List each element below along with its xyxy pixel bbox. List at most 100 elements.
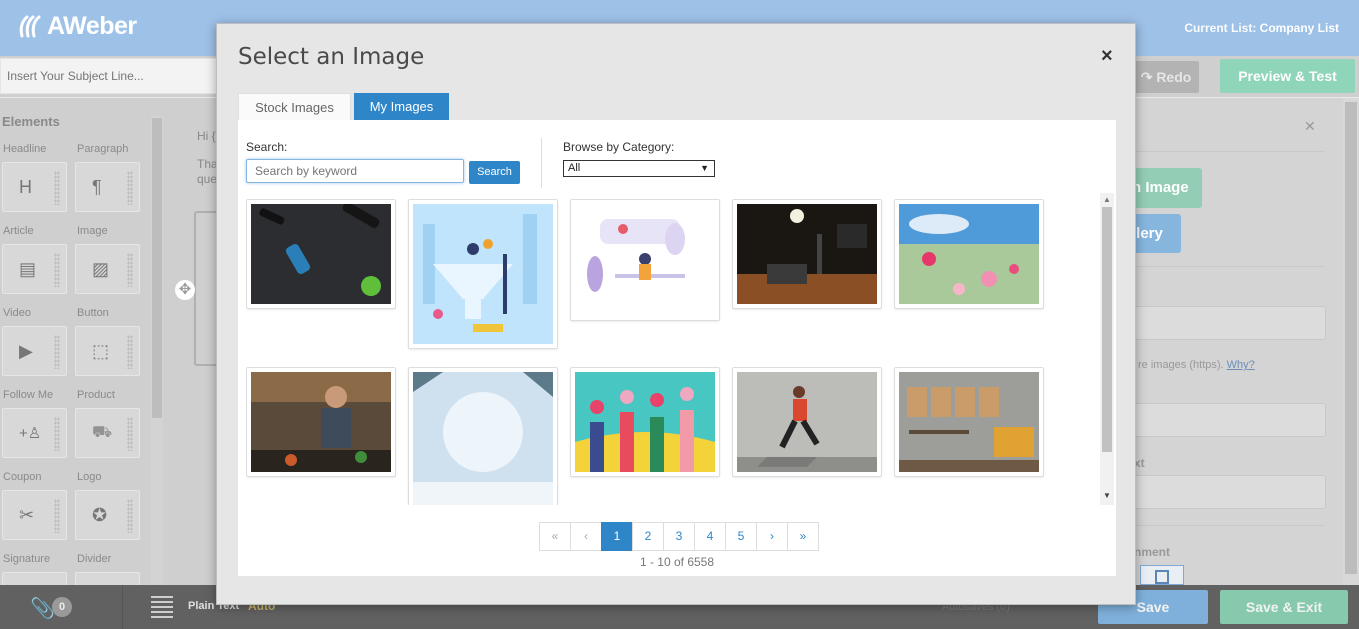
button-cursor-icon: ⬚ [92,340,110,361]
scissors-icon: ✂ [19,504,35,525]
link-field[interactable] [1130,403,1326,437]
hands-with-hearts-illustration [575,372,715,472]
search-input[interactable] [246,159,464,183]
image-thumbnail-fitness-gear-photo[interactable] [246,199,396,309]
brand-name: AWeber [47,12,137,40]
scrollbar-thumb[interactable] [152,118,162,418]
alignment-label: nment [1134,545,1170,559]
select-image-modal: Select an Image × Stock Images My Images… [216,23,1136,605]
plain-text-icon[interactable] [151,596,173,618]
logo-element[interactable]: ✪ [75,490,140,540]
save-exit-button[interactable]: Save & Exit [1220,590,1348,624]
pagination-first[interactable]: « [539,522,571,551]
divider-element[interactable] [75,572,140,586]
drag-grip-icon [54,335,60,369]
pagination-page[interactable]: 5 [725,522,757,551]
logo-star-icon: ✪ [92,504,108,525]
drag-grip-icon [54,417,60,451]
blog-letters-photo [899,372,1039,472]
coupon-element[interactable]: ✂ [2,490,67,540]
element-label: Article [3,225,34,237]
pagination-page[interactable]: 4 [694,522,726,551]
article-icon: ▤ [19,258,37,279]
image-thumbnail-podcast-studio-photo[interactable] [732,199,882,309]
search-button[interactable]: Search [469,161,520,184]
pagination-next[interactable]: › [756,522,788,551]
video-icon: ▶ [19,340,33,361]
elements-scrollbar[interactable] [151,116,163,586]
drag-grip-icon [127,171,133,205]
element-label: Follow Me [3,389,54,401]
image-grid-scrollbar[interactable]: ▲ ▼ [1100,193,1114,505]
article-element[interactable]: ▤ [2,244,67,294]
drag-grip-icon [54,499,60,533]
scroll-up-arrow-icon[interactable]: ▲ [1103,195,1111,204]
signature-element[interactable] [2,572,67,586]
canvas-text-line[interactable]: que [197,172,217,186]
element-label: Video [3,307,31,319]
alignment-buttons[interactable] [1140,565,1184,585]
tab-my-images[interactable]: My Images [354,93,449,120]
search-label: Search: [246,140,288,154]
pagination-page[interactable]: 1 [601,522,633,551]
product-element[interactable]: ⛟ [75,408,140,458]
element-label: Button [77,307,109,319]
runner-woman-photo [737,372,877,472]
image-thumbnail-flower-meadow-photo[interactable] [894,199,1044,309]
flower-meadow-photo [899,204,1039,304]
element-label: Paragraph [77,143,129,155]
https-note: re images (https). Why? [1138,359,1255,371]
preview-test-button[interactable]: Preview & Test [1220,59,1355,93]
scrollbar-thumb[interactable] [1102,207,1112,452]
move-handle-icon[interactable]: ✥ [175,280,195,300]
canvas-text-line[interactable]: Tha [197,157,218,171]
button-element[interactable]: ⬚ [75,326,140,376]
image-thumbnail-office-illustration[interactable] [570,199,720,321]
tab-stock-images[interactable]: Stock Images [238,93,351,120]
follow-me-icon: +♙ [19,425,42,442]
drag-grip-icon [127,335,133,369]
attachment-count-badge: 0 [52,597,72,617]
why-link[interactable]: Why? [1227,359,1255,371]
pagination-prev[interactable]: ‹ [570,522,602,551]
cart-icon: ⛟ [92,424,113,441]
image-thumbnail-runner-woman-photo[interactable] [732,367,882,477]
image-thumbnail-snowy-winter-photo[interactable] [408,367,558,505]
pagination-page[interactable]: 2 [632,522,664,551]
pagination-last[interactable]: » [787,522,819,551]
redo-button[interactable]: ↷ Redo [1133,61,1199,93]
divider [122,585,123,629]
align-icon [1155,570,1169,584]
follow-me-element[interactable]: +♙ [2,408,67,458]
close-icon[interactable]: × [1101,45,1113,68]
properties-scrollbar[interactable] [1343,98,1359,585]
headline-element[interactable]: H [2,162,67,212]
video-element[interactable]: ▶ [2,326,67,376]
image-thumbnail-chef-cooking-photo[interactable] [246,367,396,477]
category-select[interactable]: All ▼ [563,160,715,177]
canvas-greeting[interactable]: Hi { [197,129,216,143]
subject-line-input[interactable] [0,58,222,94]
aweber-logo[interactable]: AWeber [18,12,137,41]
image-icon: ▨ [92,258,110,279]
image-url-field[interactable] [1130,306,1326,340]
image-grid [246,193,1101,505]
paragraph-element[interactable]: ¶ [75,162,140,212]
gallery-button[interactable]: llery [1130,214,1181,253]
funnel-illustration [413,204,553,344]
scrollbar-thumb[interactable] [1345,102,1357,574]
chef-cooking-photo [251,372,391,472]
current-list[interactable]: Current List: Company List [1184,21,1339,35]
pagination-page[interactable]: 3 [663,522,695,551]
image-thumbnail-blog-letters-photo[interactable] [894,367,1044,477]
image-thumbnail-hands-with-hearts-illustration[interactable] [570,367,720,477]
scroll-down-arrow-icon[interactable]: ▼ [1103,491,1111,500]
image-thumbnail-funnel-illustration[interactable] [408,199,558,349]
upload-image-button[interactable]: n Image [1130,168,1202,208]
aweber-logo-icon [19,15,41,37]
alt-text-field[interactable] [1130,475,1326,509]
image-element[interactable]: ▨ [75,244,140,294]
panel-close-icon[interactable]: ✕ [1304,118,1316,135]
elements-title: Elements [2,114,60,129]
current-list-value: Company List [1259,21,1339,35]
